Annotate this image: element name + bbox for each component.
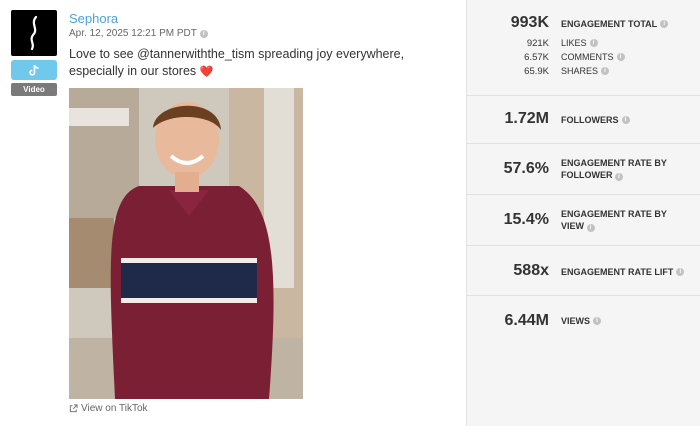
likes-row: 921K LIKES i xyxy=(467,38,700,51)
likes-label: LIKES i xyxy=(561,38,598,48)
info-icon[interactable]: i xyxy=(601,67,610,75)
stat-engagement-rate-view: 15.4% ENGAGEMENT RATE BY VIEW i xyxy=(467,195,700,246)
stat-followers: 1.72M FOLLOWERS i xyxy=(467,96,700,144)
engagement-rate-follower-label: ENGAGEMENT RATE BY FOLLOWER i xyxy=(561,157,697,181)
followers-label-text: FOLLOWERS xyxy=(561,115,619,125)
stat-engagement-rate-follower: 57.6% ENGAGEMENT RATE BY FOLLOWER i xyxy=(467,144,700,195)
engagement-total-label: ENGAGEMENT TOTAL i xyxy=(561,18,697,30)
info-icon[interactable]: i xyxy=(615,173,624,181)
engagement-total-label-text: ENGAGEMENT TOTAL xyxy=(561,19,658,29)
timestamp-text: Apr. 12, 2025 12:21 PM PDT xyxy=(69,28,197,39)
comments-value: 6.57K xyxy=(524,52,549,63)
stat-engagement-rate-lift: 588x ENGAGEMENT RATE LIFT i xyxy=(467,246,700,296)
view-on-tiktok-link[interactable]: View on TikTok xyxy=(69,403,148,414)
shares-label: SHARES i xyxy=(561,66,610,76)
person-photo xyxy=(69,88,303,399)
info-icon[interactable]: i xyxy=(660,20,669,28)
brand-avatar[interactable] xyxy=(11,10,57,56)
engagement-rate-follower-label-line1: ENGAGEMENT RATE BY xyxy=(561,158,667,168)
engagement-rate-lift-label: ENGAGEMENT RATE LIFT i xyxy=(561,266,697,278)
sephora-logo-icon xyxy=(30,15,38,51)
video-thumbnail[interactable] xyxy=(69,88,303,399)
shares-label-text: SHARES xyxy=(561,66,599,76)
author-name-link[interactable]: Sephora xyxy=(69,11,118,26)
engagement-rate-view-label-line1: ENGAGEMENT RATE BY xyxy=(561,209,667,219)
likes-label-text: LIKES xyxy=(561,38,587,48)
view-link-label: View on TikTok xyxy=(81,403,148,414)
engagement-rate-follower-value: 57.6% xyxy=(503,160,549,177)
info-icon[interactable]: i xyxy=(621,116,630,124)
engagement-rate-lift-value: 588x xyxy=(513,262,549,279)
engagement-rate-follower-label-line2: FOLLOWER xyxy=(561,170,613,180)
views-label-text: VIEWS xyxy=(561,316,591,326)
views-value: 6.44M xyxy=(504,312,549,329)
engagement-rate-view-label-line2: VIEW xyxy=(561,221,585,231)
comments-label-text: COMMENTS xyxy=(561,52,614,62)
heart-emoji: ❤️ xyxy=(199,66,214,78)
post-panel: Video Sephora Apr. 12, 2025 12:21 PM PDT… xyxy=(0,0,466,426)
media-type-badge: Video xyxy=(11,83,57,96)
info-icon[interactable]: i xyxy=(593,317,602,325)
stat-views: 6.44M VIEWS i xyxy=(467,296,700,346)
followers-value: 1.72M xyxy=(504,110,549,127)
engagement-total-value: 993K xyxy=(510,14,549,31)
tiktok-icon xyxy=(11,60,57,80)
info-icon[interactable]: i xyxy=(586,224,595,232)
shares-value: 65.9K xyxy=(524,66,549,77)
followers-label: FOLLOWERS i xyxy=(561,114,697,126)
shares-row: 65.9K SHARES i xyxy=(467,66,700,79)
engagement-rate-view-label: ENGAGEMENT RATE BY VIEW i xyxy=(561,208,697,232)
stat-engagement-total: 993K ENGAGEMENT TOTAL i 921K LIKES i 6.5… xyxy=(467,0,700,96)
info-icon[interactable]: i xyxy=(199,29,208,38)
likes-value: 921K xyxy=(526,38,549,49)
comments-label: COMMENTS i xyxy=(561,52,625,62)
info-icon[interactable]: i xyxy=(676,268,685,276)
engagement-rate-lift-label-text: ENGAGEMENT RATE LIFT xyxy=(561,267,674,277)
info-icon[interactable]: i xyxy=(616,53,625,61)
comments-row: 6.57K COMMENTS i xyxy=(467,52,700,65)
post-caption: Love to see @tannerwiththe_tism spreadin… xyxy=(69,46,454,81)
engagement-rate-view-value: 15.4% xyxy=(503,211,549,228)
external-link-icon xyxy=(69,404,78,413)
views-label: VIEWS i xyxy=(561,315,697,327)
post-timestamp: Apr. 12, 2025 12:21 PM PDT i xyxy=(69,28,208,39)
caption-text: Love to see @tannerwiththe_tism spreadin… xyxy=(69,47,405,78)
info-icon[interactable]: i xyxy=(589,39,598,47)
stats-panel: 993K ENGAGEMENT TOTAL i 921K LIKES i 6.5… xyxy=(466,0,700,426)
